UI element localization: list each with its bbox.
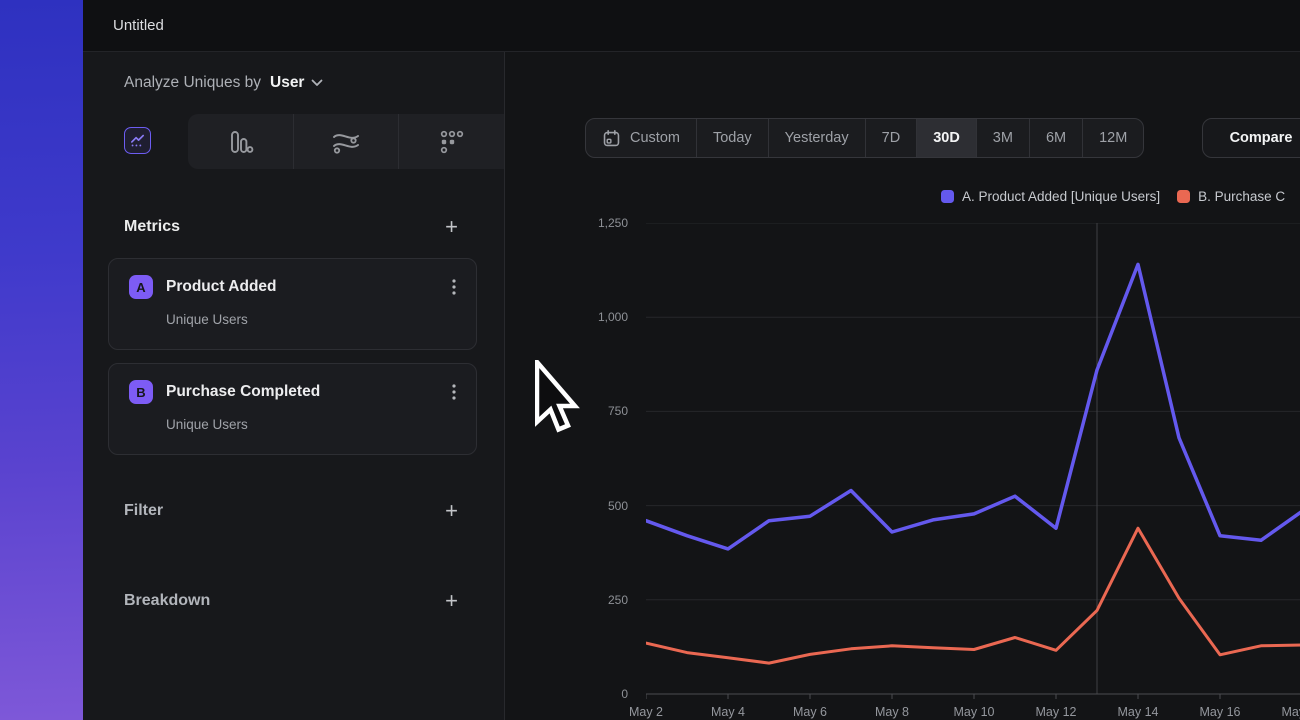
tab-retention[interactable] [398, 114, 504, 169]
metric-card-a[interactable]: A Product Added Unique Users [108, 258, 477, 350]
range-7d[interactable]: 7D [865, 119, 917, 157]
analyze-entity-dropdown[interactable]: User [270, 74, 323, 92]
x-axis-label: May 16 [1185, 704, 1255, 720]
tab-flows[interactable] [293, 114, 399, 169]
y-axis-label: 1,250 [595, 215, 628, 231]
legend-item[interactable]: A. Product Added [Unique Users] [941, 189, 1160, 204]
x-axis-label: May 18 [1267, 704, 1300, 720]
breakdown-section-header: Breakdown + [124, 586, 460, 616]
y-axis-label: 0 [595, 686, 628, 702]
metrics-title: Metrics [124, 218, 180, 236]
compare-button[interactable]: Compare [1202, 118, 1300, 158]
range-today[interactable]: Today [696, 119, 768, 157]
range-label: Yesterday [785, 130, 849, 146]
tab-insights[interactable] [124, 127, 151, 154]
range-3m[interactable]: 3M [976, 119, 1029, 157]
app-header: Untitled [83, 0, 1300, 52]
metric-options-button[interactable] [448, 382, 460, 402]
range-30d[interactable]: 30D [916, 119, 976, 157]
calendar-icon [602, 129, 621, 148]
x-axis-label: May 10 [939, 704, 1009, 720]
add-breakdown-button[interactable]: + [443, 591, 460, 611]
metric-card-b[interactable]: B Purchase Completed Unique Users [108, 363, 477, 455]
query-builder-sidebar: Analyze Uniques by User [83, 52, 505, 720]
line-chart-icon [129, 132, 146, 149]
metric-name: Purchase Completed [166, 383, 435, 401]
add-metric-button[interactable]: + [443, 217, 460, 237]
x-axis-label: May 6 [775, 704, 845, 720]
flows-icon [331, 129, 361, 155]
legend-swatch [941, 190, 954, 203]
add-filter-button[interactable]: + [443, 501, 460, 521]
x-axis-label: May 2 [611, 704, 681, 720]
line-chart[interactable]: 02505007501,0001,250May 2May 4May 6May 8… [595, 223, 1300, 720]
x-axis-label: May 12 [1021, 704, 1091, 720]
legend-label: B. Purchase C [1198, 189, 1285, 204]
range-label: 12M [1099, 130, 1127, 146]
y-axis-label: 250 [595, 592, 628, 608]
analyze-row: Analyze Uniques by User [83, 52, 504, 113]
analyze-label: Analyze Uniques by [124, 74, 261, 92]
chevron-down-icon [311, 79, 323, 87]
legend-item[interactable]: B. Purchase C [1177, 189, 1285, 204]
range-6m[interactable]: 6M [1029, 119, 1082, 157]
range-yesterday[interactable]: Yesterday [768, 119, 865, 157]
legend-swatch [1177, 190, 1190, 203]
chart-legend: A. Product Added [Unique Users] B. Purcha… [941, 189, 1285, 204]
desktop-backdrop [0, 0, 83, 720]
x-axis-label: May 8 [857, 704, 927, 720]
tab-funnels[interactable] [188, 114, 293, 169]
breakdown-title: Breakdown [124, 592, 210, 610]
x-axis-label: May 4 [693, 704, 763, 720]
metric-badge-a: A [129, 275, 153, 299]
kebab-menu-icon [452, 384, 456, 400]
metric-badge-b: B [129, 380, 153, 404]
metric-name: Product Added [166, 278, 435, 296]
range-label: 3M [993, 130, 1013, 146]
chart-plot[interactable] [646, 223, 1300, 703]
range-custom[interactable]: Custom [586, 119, 696, 157]
bar-chart-icon [226, 128, 254, 156]
date-range-control: Custom Today Yesterday 7D 30D 3M 6M 12M [585, 118, 1144, 158]
filter-section-header: Filter + [124, 496, 460, 526]
report-type-tabstrip [188, 114, 504, 169]
kebab-menu-icon [452, 279, 456, 295]
document-title[interactable]: Untitled [113, 17, 164, 34]
y-axis-label: 750 [595, 403, 628, 419]
series-line-a [646, 264, 1300, 549]
retention-grid-icon [439, 129, 465, 155]
metric-options-button[interactable] [448, 277, 460, 297]
y-axis-label: 1,000 [595, 309, 628, 325]
metric-aggregation[interactable]: Unique Users [166, 312, 460, 327]
range-label: 7D [882, 130, 901, 146]
metrics-section-header: Metrics + [124, 212, 460, 242]
range-label: 30D [933, 130, 960, 146]
filter-title: Filter [124, 502, 163, 520]
chart-panel: Custom Today Yesterday 7D 30D 3M 6M 12M Compare… [505, 52, 1300, 720]
series-line-b [646, 528, 1300, 663]
x-axis-label: May 14 [1103, 704, 1173, 720]
range-12m[interactable]: 12M [1082, 119, 1143, 157]
report-type-tabs [83, 113, 504, 170]
y-axis-label: 500 [595, 498, 628, 514]
range-label: 6M [1046, 130, 1066, 146]
metric-aggregation[interactable]: Unique Users [166, 417, 460, 432]
analyze-entity-value: User [270, 74, 304, 92]
range-label: Custom [630, 130, 680, 146]
legend-label: A. Product Added [Unique Users] [962, 189, 1160, 204]
range-label: Today [713, 130, 752, 146]
